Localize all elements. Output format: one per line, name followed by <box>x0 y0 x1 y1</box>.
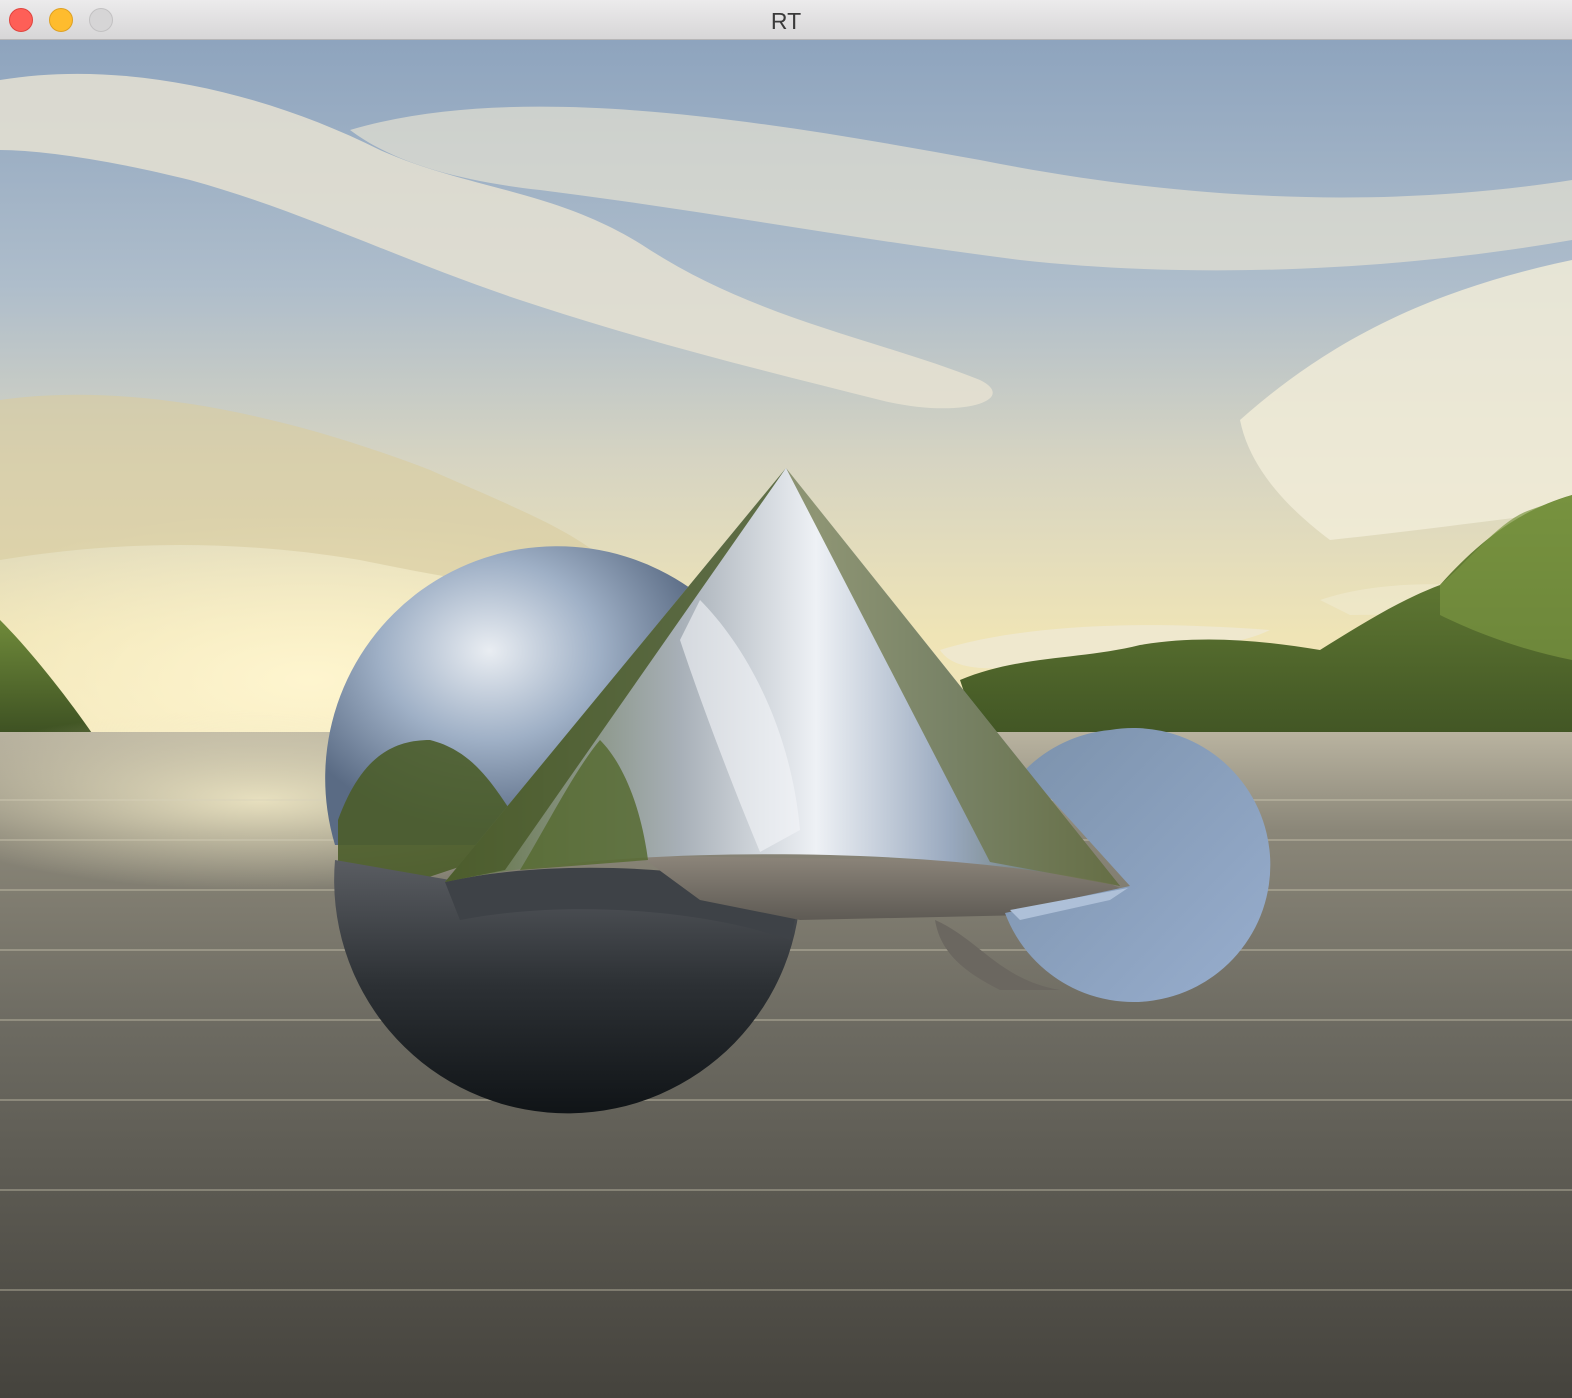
render-viewport <box>0 40 1572 1398</box>
app-window: RT <box>0 0 1572 1398</box>
title-bar[interactable]: RT <box>0 0 1572 40</box>
window-title: RT <box>770 8 802 34</box>
rendered-scene <box>0 40 1572 1398</box>
